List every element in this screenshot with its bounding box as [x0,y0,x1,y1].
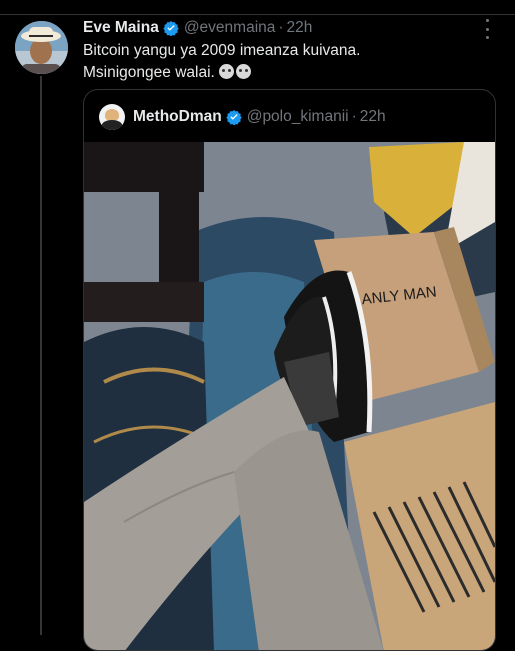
skull-emoji-icon [219,63,235,79]
tweet-header: Eve Maina @evenmaina · 22h [83,17,312,39]
avatar[interactable] [15,21,68,74]
quoted-author-name[interactable]: MethoDman [133,108,222,126]
quoted-avatar[interactable] [99,104,125,130]
quoted-author-handle[interactable]: @polo_kimanii [247,108,349,126]
top-divider [0,0,515,15]
verified-badge-icon [163,21,179,36]
thread-line [40,76,42,635]
separator-dot: · [351,108,357,125]
verified-badge-icon [226,110,242,125]
tweet-text-line-2-row: Msinigongee walai. [83,62,483,84]
separator-dot: · [278,19,284,36]
quoted-photo[interactable]: ANLY MAN [84,142,495,651]
more-options-icon[interactable] [480,17,494,41]
tweet-text-line-1: Bitcoin yangu ya 2009 imeanza kuivana. [83,42,361,59]
author-name[interactable]: Eve Maina [83,19,159,37]
tweet-text: Bitcoin yangu ya 2009 imeanza kuivana. M… [83,40,483,83]
timestamp[interactable]: 22h [287,19,313,37]
quoted-tweet-card[interactable]: MethoDman @polo_kimanii · 22h ANLY MAN [83,89,496,651]
skull-emoji-icon [236,63,252,79]
quoted-tweet-header: MethoDman @polo_kimanii · 22h [99,104,386,130]
avatar-image [15,21,68,74]
tweet-text-line-2: Msinigongee walai. [83,63,215,81]
author-handle[interactable]: @evenmaina [184,19,276,37]
quoted-timestamp[interactable]: 22h [360,108,386,126]
